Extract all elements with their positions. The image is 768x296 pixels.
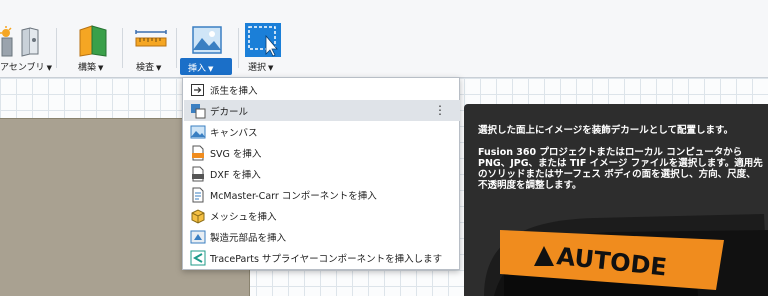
tab-insert[interactable]: 挿入 ▼	[180, 58, 232, 75]
menu-item-decal[interactable]: デカール ⋮	[184, 100, 460, 121]
toolbar-group-select[interactable]: 選択 ▼	[244, 0, 288, 78]
menu-item-insert-mesh[interactable]: メッシュを挿入	[184, 205, 460, 226]
traceparts-icon	[190, 250, 206, 265]
derive-icon	[191, 83, 204, 96]
toolbar: アセンブリ ▼ 構築 ▼ 検査 ▼ 挿入 ▼ 選択 ▼	[0, 0, 768, 78]
mesh-icon	[191, 208, 205, 224]
insert-menu: 派生を挿入 デカール ⋮ キャンバス SVG を挿入 DXF を挿入 McMas…	[182, 77, 460, 270]
toolbar-group-label: 構築 ▼	[78, 63, 104, 73]
toolbar-group-label: 検査 ▼	[136, 63, 162, 73]
menu-item-insert-svg[interactable]: SVG を挿入	[184, 142, 460, 163]
assembly-icon	[0, 26, 39, 57]
decal-icon	[191, 103, 206, 118]
more-options-icon[interactable]: ⋮	[434, 103, 446, 117]
menu-item-insert-dxf[interactable]: DXF を挿入	[184, 163, 460, 184]
toolbar-separator	[56, 28, 57, 68]
toolbar-group-construct[interactable]: 構築 ▼	[64, 0, 114, 78]
decal-tooltip: 選択した面上にイメージを装飾デカールとして配置します。 Fusion 360 プ…	[464, 104, 768, 296]
mcmaster-icon	[192, 187, 204, 202]
toolbar-separator	[238, 28, 239, 68]
svg-file-icon	[192, 145, 204, 160]
canvas-icon	[190, 125, 206, 138]
menu-item-insert-traceparts[interactable]: TraceParts サプライヤーコンポーネントを挿入します	[184, 247, 460, 268]
construct-icon	[79, 25, 107, 57]
toolbar-group-label: 選択 ▼	[248, 63, 274, 73]
tooltip-description: Fusion 360 プロジェクトまたはローカル コンピュータから PNG、JP…	[478, 147, 763, 191]
toolbar-separator	[122, 28, 123, 68]
dxf-file-icon	[192, 166, 204, 181]
toolbar-group-assembly[interactable]: アセンブリ ▼	[0, 0, 52, 78]
toolbar-group-label: 挿入 ▼	[188, 64, 214, 74]
insert-image-icon	[192, 26, 222, 54]
menu-item-canvas[interactable]: キャンバス	[184, 121, 460, 142]
decal-preview-image: AUTODE	[464, 200, 768, 296]
toolbar-separator	[176, 28, 177, 68]
toolbar-group-label: アセンブリ ▼	[0, 63, 52, 73]
menu-item-derive[interactable]: 派生を挿入	[184, 79, 460, 100]
toolbar-group-inspect[interactable]: 検査 ▼	[128, 0, 172, 78]
menu-item-insert-mcmaster[interactable]: McMaster-Carr コンポーネントを挿入	[184, 184, 460, 205]
select-icon	[245, 23, 281, 57]
tooltip-title: 選択した面上にイメージを装飾デカールとして配置します。	[478, 125, 734, 136]
manufacturer-part-icon	[190, 230, 206, 243]
menu-item-insert-manufacturer-part[interactable]: 製造元部品を挿入	[184, 226, 460, 247]
measure-icon	[135, 30, 167, 47]
